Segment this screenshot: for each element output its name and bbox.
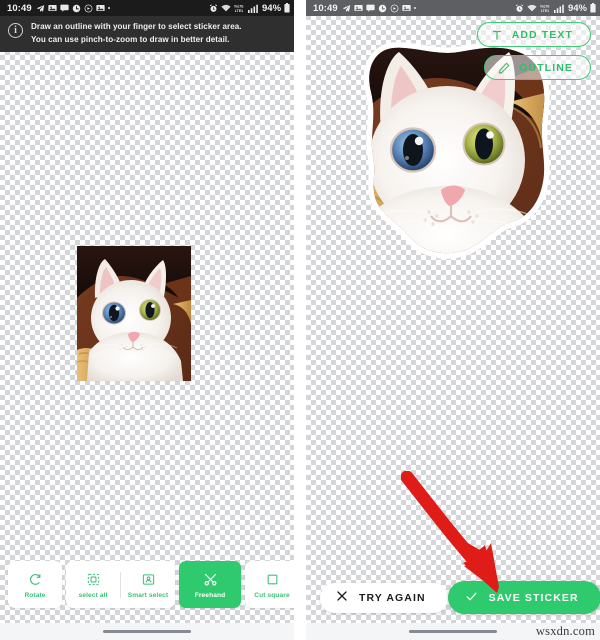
dot-icon: [413, 6, 417, 10]
save-sticker-button[interactable]: SAVE STICKER: [447, 581, 600, 614]
sticker-bottom-actions[interactable]: TRY AGAIN SAVE STICKER: [319, 581, 600, 614]
instruction-banner-text: Draw an outline with your finger to sele…: [31, 21, 242, 46]
signal-icon: [248, 4, 258, 13]
status-bar-system-icons: VoLTE LTE1 94%: [515, 3, 596, 14]
telegram-icon: [36, 4, 45, 13]
check-icon: [465, 590, 478, 606]
record-icon: [84, 4, 93, 13]
tool-rotate-label: Rotate: [24, 591, 46, 599]
right-screenshot-panel: 10:49 VoLTE LTE1 94% ADD TEXT OUTLINE TR…: [305, 0, 600, 640]
toolbar-group-cut-square[interactable]: Cut square: [245, 561, 295, 608]
outline-button[interactable]: OUTLINE: [484, 55, 591, 80]
dot-icon: [107, 6, 111, 10]
tool-rotate[interactable]: Rotate: [8, 561, 62, 608]
instruction-banner: i Draw an outline with your finger to se…: [0, 16, 295, 53]
tool-freehand[interactable]: Freehand: [179, 561, 241, 608]
edit-canvas-right[interactable]: [306, 16, 600, 623]
square-icon: [266, 571, 279, 588]
tool-select-all[interactable]: select all: [66, 561, 120, 608]
smart-select-icon: [142, 571, 155, 588]
tool-smart-select[interactable]: Smart select: [121, 561, 175, 608]
alarm-icon: [515, 3, 524, 13]
instruction-line-1: Draw an outline with your finger to sele…: [31, 22, 242, 31]
tool-cut-square-label: Cut square: [254, 591, 290, 599]
telegram-icon: [342, 4, 351, 13]
nav-home-pill[interactable]: [408, 629, 497, 634]
message-icon: [366, 4, 375, 12]
try-again-label: TRY AGAIN: [358, 591, 426, 604]
outline-label: OUTLINE: [519, 61, 573, 74]
status-bar-left: 10:49 VoLTE LTE1 94%: [0, 0, 295, 16]
dual-screenshot-container: 10:49 VoLTE LTE1 94% i Draw an outline w…: [0, 0, 600, 640]
close-icon: [336, 590, 348, 605]
status-bar-notification-icons: [36, 4, 111, 13]
status-bar-notification-icons: [342, 4, 417, 13]
volte-icon: VoLTE LTE1: [540, 4, 551, 13]
svg-text:LTE1: LTE1: [541, 9, 549, 13]
tool-cut-square[interactable]: Cut square: [245, 561, 294, 608]
source-photo[interactable]: [77, 246, 191, 381]
tool-smart-select-label: Smart select: [127, 591, 169, 599]
status-bar-time: 10:49: [7, 2, 32, 14]
save-sticker-label: SAVE STICKER: [488, 591, 579, 604]
volte-icon: VoLTE LTE1: [234, 4, 245, 13]
info-icon: i: [8, 23, 23, 38]
add-text-button[interactable]: ADD TEXT: [476, 22, 591, 47]
svg-text:VoLTE: VoLTE: [540, 4, 549, 8]
pencil-icon: [498, 62, 510, 74]
alarm-icon: [209, 3, 218, 13]
battery-icon: [590, 3, 596, 13]
cat-photo-artwork: [77, 246, 191, 381]
wifi-icon: [221, 4, 231, 12]
tool-freehand-inner[interactable]: Freehand: [179, 561, 241, 608]
gallery-icon: [402, 4, 411, 12]
battery-percent-label: 94%: [567, 2, 587, 14]
rotate-icon: [29, 571, 42, 588]
svg-text:VoLTE: VoLTE: [234, 4, 243, 8]
instruction-line-2: You can use pinch-to-zoom to draw in bet…: [31, 34, 230, 44]
gallery-icon: [354, 4, 363, 12]
scissors-icon: [203, 571, 218, 588]
panel-gutter: [294, 0, 300, 640]
message-icon: [60, 4, 69, 12]
record-icon: [390, 4, 399, 13]
svg-text:LTE1: LTE1: [235, 9, 243, 13]
signal-icon: [553, 4, 564, 13]
gallery-icon: [96, 4, 105, 12]
status-bar-time: 10:49: [312, 2, 338, 14]
edit-canvas-left[interactable]: [0, 50, 294, 623]
toolbar-group-rotate[interactable]: Rotate: [8, 561, 62, 608]
editor-toolbar[interactable]: Rotate select all Smart select Freehand …: [8, 561, 295, 608]
text-icon: [491, 29, 503, 41]
clock-icon: [72, 4, 81, 13]
toolbar-group-select[interactable]: select all Smart select: [66, 561, 175, 608]
status-bar-right: 10:49 VoLTE LTE1 94%: [305, 0, 600, 16]
nav-home-pill[interactable]: [103, 629, 192, 634]
site-watermark: wsxdn.com: [535, 624, 595, 638]
wifi-icon: [527, 4, 537, 12]
status-bar-system-icons: VoLTE LTE1 94%: [209, 3, 290, 14]
tool-select-all-label: select all: [78, 591, 108, 599]
gallery-icon: [48, 4, 57, 12]
sticker-top-actions[interactable]: ADD TEXT OUTLINE: [476, 22, 591, 80]
tool-freehand-label: Freehand: [194, 591, 226, 599]
add-text-label: ADD TEXT: [511, 28, 573, 41]
select-all-icon: [87, 571, 100, 588]
left-screenshot-panel: 10:49 VoLTE LTE1 94% i Draw an outline w…: [0, 0, 295, 640]
android-nav-bar-left: [0, 623, 295, 640]
clock-icon: [378, 4, 387, 13]
try-again-button[interactable]: TRY AGAIN: [319, 582, 448, 613]
battery-percent-label: 94%: [262, 2, 282, 14]
battery-icon: [284, 3, 290, 13]
